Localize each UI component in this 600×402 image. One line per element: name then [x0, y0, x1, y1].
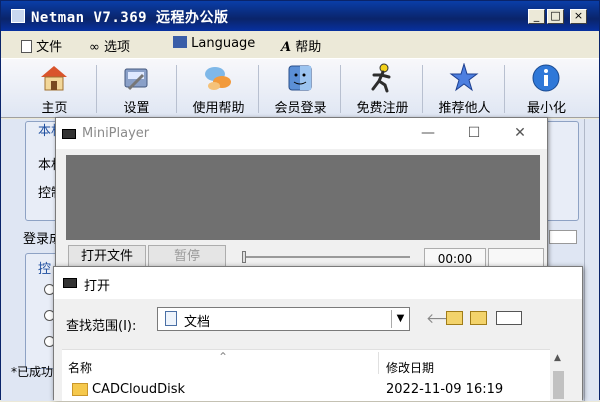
- toolbar-settings-button[interactable]: 设置: [99, 59, 174, 117]
- open-dialog-title-bar[interactable]: 打开: [54, 267, 582, 299]
- toolbar-settings-label: 设置: [123, 101, 150, 116]
- document-icon: [165, 311, 177, 326]
- up-folder-icon[interactable]: [446, 311, 463, 325]
- control-group-title: 控: [38, 262, 52, 277]
- menu-file-label: 文件: [36, 40, 63, 55]
- seek-bar[interactable]: [244, 256, 410, 258]
- miniplayer-minimize-button[interactable]: —: [406, 122, 450, 144]
- toolbar-separator: [422, 65, 423, 113]
- toolbar-register-label: 免费注册: [356, 101, 409, 116]
- main-scrollbar[interactable]: [584, 119, 599, 401]
- file-list: 名称 ⌃ 修改日期 CADCloudDisk 2022-11-09 16:19: [62, 349, 552, 401]
- close-button[interactable]: ×: [570, 9, 587, 24]
- mac-finder-icon: [288, 65, 312, 91]
- help-font-icon: A: [281, 40, 292, 55]
- login-field[interactable]: [549, 230, 577, 244]
- column-header-date[interactable]: 修改日期: [386, 359, 434, 376]
- open-dialog-title: 打开: [84, 279, 111, 294]
- toolbar-help-label: 使用帮助: [192, 101, 245, 116]
- menu-help-label: 帮助: [295, 40, 322, 55]
- scroll-up-icon[interactable]: ▲: [554, 353, 561, 363]
- menu-bar: 文件 ∞ 选项 Language A 帮助: [1, 32, 599, 58]
- file-date: 2022-11-09 16:19: [386, 382, 504, 397]
- view-menu-icon[interactable]: [496, 311, 522, 325]
- status-bar-text: *已成功: [11, 365, 54, 379]
- toolbar-separator: [340, 65, 341, 113]
- file-name: CADCloudDisk: [92, 382, 186, 397]
- menu-options-label: 选项: [103, 40, 130, 55]
- open-dialog: 打开 查找范围(I): 文档 ▼ 🡐 名称 ⌃ 修改日期 CADCloudDis…: [53, 266, 583, 401]
- window-title: Netman V7.369 远程办公版: [31, 10, 229, 26]
- look-in-dropdown[interactable]: 文档 ▼: [157, 307, 410, 331]
- chat-help-icon: [205, 67, 231, 90]
- column-header-name[interactable]: 名称: [68, 359, 92, 376]
- file-icon: [21, 40, 32, 53]
- title-bar[interactable]: Netman V7.369 远程办公版 _ □ ×: [1, 1, 599, 31]
- miniplayer-app-icon: [62, 129, 76, 139]
- toolbar-separator: [258, 65, 259, 113]
- miniplayer-maximize-button[interactable]: ☐: [452, 122, 496, 144]
- toolbar-login-label: 会员登录: [274, 101, 327, 116]
- toolbar-separator: [176, 65, 177, 113]
- star-person-icon: [449, 63, 479, 92]
- toolbar-home-button[interactable]: 主页: [17, 59, 92, 117]
- app-icon: [11, 9, 25, 23]
- file-list-scrollbar[interactable]: ▲: [550, 349, 567, 401]
- settings-icon: [124, 68, 148, 91]
- menu-language-label: Language: [191, 36, 256, 51]
- menu-language[interactable]: Language: [173, 36, 255, 51]
- toolbar-login-button[interactable]: 会员登录: [263, 59, 338, 117]
- toolbar-help-button[interactable]: 使用帮助: [181, 59, 256, 117]
- seek-thumb[interactable]: [242, 251, 246, 263]
- file-row[interactable]: CADCloudDisk 2022-11-09 16:19: [68, 380, 548, 402]
- toolbar-register-button[interactable]: 免费注册: [345, 59, 420, 117]
- folder-icon: [72, 383, 88, 396]
- open-dialog-app-icon: [63, 278, 77, 288]
- miniplayer-title-bar[interactable]: MiniPlayer — ☐ ✕: [56, 118, 547, 149]
- toolbar: 主页 设置 使用帮助 会员登录 免费注册 推荐他人 最小化: [1, 58, 599, 118]
- scroll-thumb[interactable]: [553, 371, 564, 399]
- toolbar-minimize-label: 最小化: [526, 101, 566, 116]
- info-icon: [532, 64, 560, 92]
- toolbar-recommend-label: 推荐他人: [438, 101, 491, 116]
- language-icon: [173, 36, 187, 48]
- menu-file[interactable]: 文件: [21, 36, 62, 55]
- toolbar-separator: [504, 65, 505, 113]
- miniplayer-title: MiniPlayer: [82, 126, 150, 141]
- column-divider[interactable]: [378, 352, 379, 374]
- maximize-button[interactable]: □: [547, 9, 564, 24]
- video-screen: [66, 155, 540, 240]
- toolbar-recommend-button[interactable]: 推荐他人: [427, 59, 502, 117]
- look-in-value: 文档: [184, 315, 211, 330]
- miniplayer-window: MiniPlayer — ☐ ✕ 打开文件 暂停 00:00: [55, 117, 548, 270]
- running-man-icon: [371, 63, 391, 93]
- chevron-down-icon[interactable]: ▼: [391, 310, 409, 328]
- miniplayer-close-button[interactable]: ✕: [498, 122, 542, 144]
- sort-up-icon: ⌃: [218, 350, 229, 364]
- toolbar-minimize-button[interactable]: 最小化: [509, 59, 584, 117]
- menu-options[interactable]: ∞ 选项: [89, 36, 130, 55]
- glasses-icon: ∞: [89, 40, 100, 55]
- look-in-label: 查找范围(I):: [66, 319, 137, 334]
- toolbar-separator: [96, 65, 97, 113]
- minimize-button[interactable]: _: [528, 9, 545, 24]
- home-icon: [41, 66, 67, 91]
- toolbar-home-label: 主页: [41, 101, 68, 116]
- new-folder-icon[interactable]: [470, 311, 487, 325]
- menu-help[interactable]: A 帮助: [281, 36, 321, 55]
